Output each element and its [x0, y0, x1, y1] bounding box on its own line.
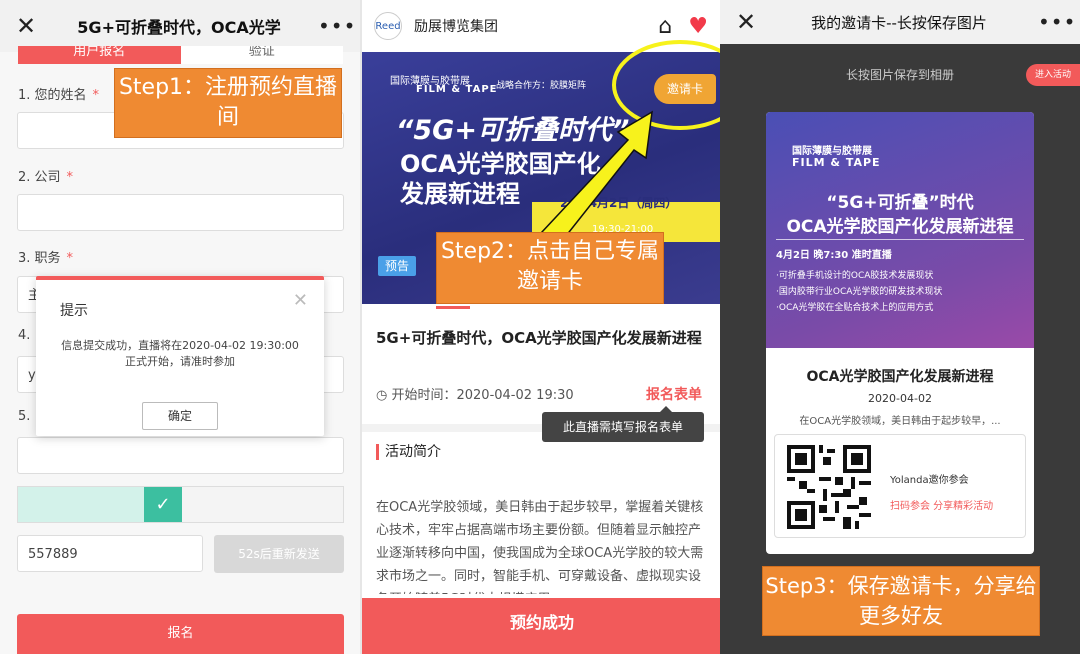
- card-description: 在OCA光学胶领域，美日韩由于起步较早，...: [799, 416, 1001, 427]
- tab-register[interactable]: 用户报名: [18, 46, 181, 64]
- qr-section: Yolanda邀你参会 扫码参会 分享精彩活动: [774, 434, 1026, 538]
- top-bar: ✕ 我的邀请卡--长按保存图片 •••: [720, 0, 1080, 44]
- card-bullet: ·可折叠手机设计的OCA胶技术发展现状: [776, 271, 934, 281]
- invite-card[interactable]: 国际薄膜与胶带展 FILM & TAPE “5G+可折叠”时代 OCA光学胶国产…: [766, 112, 1034, 554]
- intro-text: 在OCA光学胶领域，美日韩由于起步较早，掌握着关键核心技术，牢牢占据高端市场主要…: [376, 500, 704, 594]
- card-bullet: ·OCA光学胶在全贴合技术上的应用方式: [776, 303, 934, 313]
- more-icon[interactable]: •••: [1038, 10, 1075, 34]
- resend-button[interactable]: 52s后重新发送: [214, 535, 344, 573]
- step2-callout: Step2：点击自己专属邀请卡: [436, 232, 664, 304]
- live-detail-screen: Reed 励展博览集团 ⌂ ♥ 国际薄膜与胶带展 FILM & TAPE 战略合…: [360, 0, 720, 654]
- company-label: 2. 公司 *: [18, 170, 74, 185]
- form-tabs: 用户报名 验证: [18, 46, 343, 64]
- name-label: 1. 您的姓名 *: [18, 88, 100, 103]
- enter-activity-button[interactable]: 进入活动: [1026, 64, 1080, 86]
- scan-share-text: 扫码参会 分享精彩活动: [890, 501, 994, 512]
- close-icon[interactable]: ✕: [736, 8, 760, 36]
- more-icon[interactable]: •••: [318, 14, 355, 38]
- page-title: 我的邀请卡--长按保存图片: [811, 13, 987, 32]
- slide-verify: ✓: [17, 486, 344, 523]
- position-label: 3. 职务 *: [18, 251, 74, 266]
- qr-code-icon: [787, 445, 871, 529]
- field5-label: 5.: [18, 409, 31, 424]
- submit-button[interactable]: 报名: [17, 614, 344, 654]
- success-dialog: 提示 ✕ 信息提交成功，直播将在2020-04-02 19:30:00正式开始，…: [36, 276, 324, 436]
- form-link[interactable]: 报名表单: [646, 384, 702, 404]
- field4-label: 4.: [18, 328, 31, 343]
- card-bullet: ·国内胶带行业OCA光学胶的研发技术现状: [776, 287, 943, 297]
- company-field[interactable]: [17, 194, 344, 231]
- invite-card-screen: ✕ 我的邀请卡--长按保存图片 ••• 长按图片保存到相册 进入活动 国际薄膜与…: [720, 0, 1080, 654]
- page-title: 5G+可折叠时代，OCA光学: [77, 18, 281, 37]
- confirm-button[interactable]: 确定: [142, 402, 218, 430]
- slider-handle[interactable]: ✓: [144, 487, 182, 522]
- field5-input[interactable]: [17, 437, 344, 474]
- top-bar: ✕ 5G+可折叠时代，OCA光学 •••: [0, 0, 360, 52]
- form-tooltip: 此直播需填写报名表单: [542, 406, 704, 442]
- dialog-title: 提示: [60, 303, 88, 319]
- active-tab-indicator: [436, 306, 470, 309]
- card-rule: [776, 239, 1024, 240]
- card-headline1: “5G+可折叠”时代: [826, 193, 974, 213]
- clock-icon: ◷: [376, 388, 392, 403]
- verify-code-input[interactable]: 557889: [17, 535, 203, 572]
- step3-callout: Step3：保存邀请卡，分享给更多好友: [762, 566, 1040, 636]
- close-icon[interactable]: ✕: [16, 12, 40, 40]
- card-headline2: OCA光学胶国产化发展新进程: [786, 217, 1014, 237]
- card-schedule: 4月2日 晚7:30 准时直播: [776, 250, 892, 261]
- card-film-tape: FILM & TAPE: [792, 156, 881, 169]
- card-date: 2020-04-02: [868, 392, 932, 405]
- booking-success-button[interactable]: 预约成功: [362, 598, 720, 654]
- inviter-text: Yolanda邀你参会: [890, 475, 969, 486]
- intro-heading: 活动简介: [376, 444, 441, 460]
- event-title: 5G+可折叠时代，OCA光学胶国产化发展新进程: [376, 329, 702, 347]
- start-time: ◷ 开始时间：2020-04-02 19:30: [376, 388, 574, 403]
- registration-screen: ✕ 5G+可折叠时代，OCA光学 ••• 用户报名 验证 1. 您的姓名 * 2.…: [0, 0, 360, 654]
- card-poster: 国际薄膜与胶带展 FILM & TAPE “5G+可折叠”时代 OCA光学胶国产…: [766, 112, 1034, 348]
- tab-verify[interactable]: 验证: [180, 46, 343, 64]
- card-exhibition: 国际薄膜与胶带展: [792, 146, 872, 157]
- card-title: OCA光学胶国产化发展新进程: [806, 369, 994, 385]
- dialog-message: 信息提交成功，直播将在2020-04-02 19:30:00正式开始，请准时参加: [61, 339, 299, 368]
- step1-callout: Step1：注册预约直播间: [114, 68, 342, 138]
- dialog-close-icon[interactable]: ✕: [293, 290, 308, 311]
